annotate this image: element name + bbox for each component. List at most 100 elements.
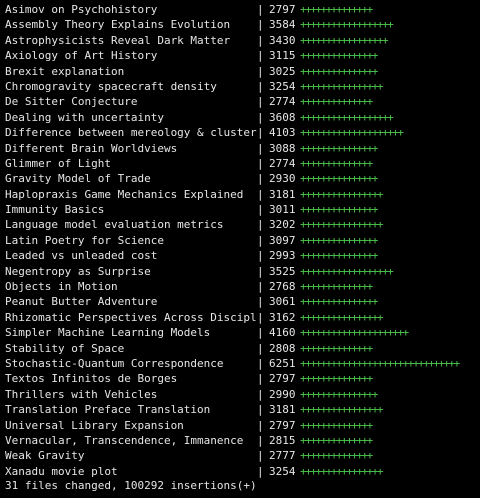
diffstat-row: Immunity Basics | 3011 +++++++++++++++ [0, 202, 480, 217]
change-count: 3430 [269, 33, 296, 47]
change-count: 2774 [269, 95, 296, 109]
column-separator: | [257, 141, 264, 155]
file-name: Stability of Space [5, 341, 125, 355]
insertions-bar: ++++++++++++++++ [300, 187, 383, 201]
diffstat-list: Asimov on Psychohistory | 2797 ++++++++++++… [0, 2, 480, 479]
column-separator: | [257, 79, 264, 93]
column-separator: | [257, 126, 264, 140]
file-name: Immunity Basics [5, 203, 105, 217]
diffstat-row: Gravity Model of Trade | 2930 +++++++++++++… [0, 171, 480, 186]
file-name: Chromogravity spacecraft density [5, 79, 217, 93]
file-name: Negentropy as Surprise [5, 264, 151, 278]
file-name: Axiology of Art History [5, 49, 158, 63]
insertions-bar: ++++++++++++++ [300, 95, 373, 109]
change-count: 2815 [269, 433, 296, 447]
column-separator: | [257, 264, 264, 278]
file-name: Difference between mereology & clusterin… [5, 126, 257, 140]
change-count: 3025 [269, 64, 296, 78]
change-count: 2768 [269, 280, 296, 294]
file-name: Weak Gravity [5, 449, 85, 463]
file-name: Peanut Butter Adventure [5, 295, 158, 309]
file-name: Objects in Motion [5, 280, 118, 294]
column-separator: | [257, 233, 264, 247]
column-separator: | [257, 403, 264, 417]
change-count: 4160 [269, 326, 296, 340]
column-separator: | [257, 433, 264, 447]
diffstat-row: Stochastic-Quantum Correspondence | 6251 ++… [0, 356, 480, 371]
column-separator: | [257, 33, 264, 47]
diffstat-row: Language model evaluation metrics | 3202 ++… [0, 217, 480, 232]
file-name: Gravity Model of Trade [5, 172, 151, 186]
insertions-bar: ++++++++++++++ [300, 449, 373, 463]
insertions-bar: ++++++++++++++++ [300, 403, 383, 417]
change-count: 3608 [269, 110, 296, 124]
column-separator: | [257, 3, 264, 16]
column-separator: | [257, 372, 264, 386]
change-count: 2990 [269, 387, 296, 401]
file-name: Simpler Machine Learning Models [5, 326, 211, 340]
file-name: Thrillers with Vehicles [5, 387, 158, 401]
file-name: Different Brain Worldviews [5, 141, 178, 155]
column-separator: | [257, 387, 264, 401]
insertions-bar: +++++++++++++++ [300, 249, 378, 263]
diffstat-row: Assembly Theory Explains Evolution | 3584 +… [0, 17, 480, 32]
diffstat-row: Latin Poetry for Science | 3097 +++++++++++… [0, 233, 480, 248]
diffstat-row: Axiology of Art History | 3115 ++++++++++++… [0, 48, 480, 63]
insertions-bar: ++++++++++++++ [300, 156, 373, 170]
column-separator: | [257, 172, 264, 186]
change-count: 2777 [269, 449, 296, 463]
change-count: 3254 [269, 464, 296, 478]
insertions-bar: +++++++++++++++++++++++++++++++ [300, 356, 460, 370]
diffstat-row: Objects in Motion | 2768 ++++++++++++++ [0, 279, 480, 294]
diffstat-summary: 31 files changed, 100292 insertions(+) [5, 479, 257, 492]
diffstat-row: Negentropy as Surprise | 3525 +++++++++++++… [0, 264, 480, 279]
column-separator: | [257, 464, 264, 478]
column-separator: | [257, 49, 264, 63]
change-count: 6251 [269, 356, 296, 370]
column-separator: | [257, 326, 264, 340]
file-name: Astrophysicists Reveal Dark Matter [5, 33, 231, 47]
change-count: 3088 [269, 141, 296, 155]
diffstat-row: Xanadu movie plot | 3254 ++++++++++++++++ [0, 464, 480, 479]
insertions-bar: ++++++++++++++++ [300, 464, 383, 478]
diffstat-row: Textos Infinitos de Borges | 2797 +++++++++… [0, 371, 480, 386]
insertions-bar: +++++++++++++++ [300, 49, 378, 63]
change-count: 3181 [269, 403, 296, 417]
insertions-bar: +++++++++++++++ [300, 387, 378, 401]
file-name: Xanadu movie plot [5, 464, 118, 478]
file-name: Universal Library Expansion [5, 418, 184, 432]
insertions-bar: ++++++++++++++++++ [300, 264, 394, 278]
column-separator: | [257, 187, 264, 201]
file-name: Brexit explanation [5, 64, 125, 78]
insertions-bar: +++++++++++++++ [300, 141, 378, 155]
change-count: 2774 [269, 156, 296, 170]
file-name: Haplopraxis Game Mechanics Explained [5, 187, 244, 201]
diffstat-row: Dealing with uncertainty | 3608 +++++++++++… [0, 110, 480, 125]
column-separator: | [257, 156, 264, 170]
diffstat-row: Thrillers with Vehicles | 2990 ++++++++++++… [0, 387, 480, 402]
insertions-bar: ++++++++++++++++++ [300, 18, 394, 32]
file-name: Latin Poetry for Science [5, 233, 164, 247]
insertions-bar: ++++++++++++++ [300, 418, 373, 432]
terminal-window: Asimov on Psychohistory | 2797 ++++++++++++… [0, 2, 480, 498]
diffstat-row: Weak Gravity | 2777 ++++++++++++++ [0, 448, 480, 463]
change-count: 4103 [269, 126, 296, 140]
change-count: 3254 [269, 79, 296, 93]
insertions-bar: +++++++++++++++ [300, 172, 378, 186]
file-name: Language model evaluation metrics [5, 218, 224, 232]
diffstat-row: Astrophysicists Reveal Dark Matter | 3430 +… [0, 33, 480, 48]
diffstat-row: Vernacular, Transcendence, Immanence | 281… [0, 433, 480, 448]
column-separator: | [257, 95, 264, 109]
change-count: 3525 [269, 264, 296, 278]
change-count: 3181 [269, 187, 296, 201]
file-name: De Sitter Conjecture [5, 95, 138, 109]
change-count: 2797 [269, 3, 296, 16]
insertions-bar: ++++++++++++++++ [300, 79, 383, 93]
column-separator: | [257, 218, 264, 232]
column-separator: | [257, 341, 264, 355]
insertions-bar: ++++++++++++++ [300, 372, 373, 386]
insertions-bar: +++++++++++++++ [300, 203, 378, 217]
insertions-bar: ++++++++++++++ [300, 3, 373, 16]
diffstat-row: Simpler Machine Learning Models | 4160 ++++… [0, 325, 480, 340]
diffstat-row: Asimov on Psychohistory | 2797 ++++++++++++… [0, 2, 480, 17]
